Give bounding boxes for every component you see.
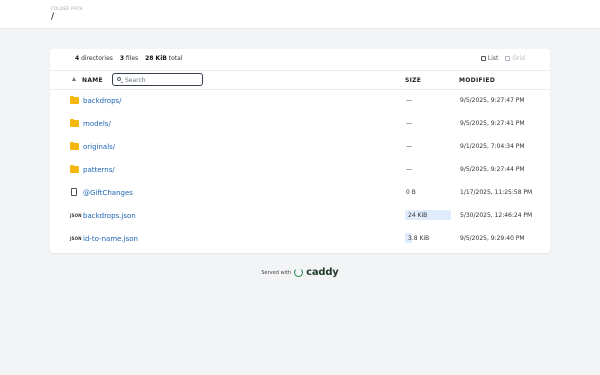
sort-ascending-icon[interactable]	[72, 77, 76, 81]
file-size: —	[406, 143, 412, 150]
files-count: 3	[119, 55, 124, 62]
file-modified: 9/5/2025, 9:29:40 PM	[460, 235, 525, 242]
file-size: 3.8 KiB	[408, 235, 430, 242]
total-label: total	[168, 55, 183, 62]
table-row[interactable]: backdrops/ — 9/5/2025, 9:27:47 PM	[50, 90, 550, 113]
directories-label: directories	[81, 55, 113, 62]
file-size: 0 B	[406, 189, 416, 196]
top-header: FOLDER PATH /	[0, 0, 600, 29]
breadcrumb[interactable]: /	[51, 12, 54, 22]
table-row[interactable]: patterns/ — 9/5/2025, 9:27:44 PM	[50, 159, 550, 182]
table-row[interactable]: models/ — 9/5/2025, 9:27:41 PM	[50, 113, 550, 136]
search-icon	[117, 77, 121, 81]
file-modified: 9/5/2025, 9:27:44 PM	[460, 166, 525, 173]
footer: Served with caddy	[0, 267, 600, 278]
folder-icon	[70, 141, 79, 150]
file-size: —	[406, 120, 412, 127]
column-size-header[interactable]: SIZE	[405, 77, 421, 84]
folder-icon	[70, 95, 79, 104]
file-modified: 9/5/2025, 9:27:41 PM	[460, 120, 525, 127]
file-size: —	[406, 97, 412, 104]
file-modified: 1/17/2025, 11:25:58 PM	[460, 189, 533, 196]
table-row[interactable]: @GiftChanges 0 B 1/17/2025, 11:25:58 PM	[50, 182, 550, 205]
view-toggle: List Grid	[480, 55, 525, 62]
file-size: —	[406, 166, 412, 173]
file-name-link[interactable]: backdrops.json	[83, 212, 136, 220]
json-icon: JSON	[70, 213, 82, 218]
list-view-label: List	[487, 55, 499, 62]
table-row[interactable]: originals/ — 9/1/2025, 7:04:34 PM	[50, 136, 550, 159]
directories-count: 4	[75, 55, 80, 62]
list-icon	[480, 56, 486, 61]
total-size: 28 KiB	[145, 55, 167, 62]
caddy-logo-icon	[294, 268, 304, 277]
file-listing-panel: 4 directories 3 files 28 KiB total List …	[50, 49, 550, 253]
file-name-link[interactable]: models/	[83, 120, 111, 128]
list-view-button[interactable]: List	[480, 55, 499, 62]
file-name-link[interactable]: originals/	[83, 143, 115, 151]
file-size: 24 KiB	[408, 212, 428, 219]
file-name-link[interactable]: patterns/	[83, 166, 115, 174]
file-name-link[interactable]: @GiftChanges	[83, 189, 133, 197]
caddy-brand[interactable]: caddy	[306, 267, 339, 278]
search-input[interactable]	[125, 76, 201, 84]
table-row[interactable]: JSON id-to-name.json 3.8 KiB 9/5/2025, 9…	[50, 228, 550, 251]
listing-summary: 4 directories 3 files 28 KiB total	[75, 55, 182, 62]
file-icon	[71, 188, 77, 196]
grid-view-label: Grid	[512, 55, 525, 62]
file-modified: 9/5/2025, 9:27:47 PM	[460, 97, 525, 104]
file-modified: 9/1/2025, 7:04:34 PM	[460, 143, 525, 150]
folder-path-label: FOLDER PATH	[51, 6, 83, 11]
table-row[interactable]: JSON backdrops.json 24 KiB 5/30/2025, 12…	[50, 205, 550, 228]
grid-view-button[interactable]: Grid	[505, 55, 525, 62]
column-name-header[interactable]: NAME	[82, 77, 103, 84]
grid-icon	[505, 56, 511, 61]
json-icon: JSON	[70, 236, 82, 241]
folder-icon	[70, 118, 79, 127]
file-modified: 5/30/2025, 12:46:24 PM	[460, 212, 533, 219]
table-header: NAME SIZE MODIFIED	[50, 70, 550, 90]
folder-icon	[70, 164, 79, 173]
served-with-label: Served with	[261, 269, 292, 276]
search-field[interactable]	[112, 73, 203, 86]
file-name-link[interactable]: id-to-name.json	[83, 235, 138, 243]
column-modified-header[interactable]: MODIFIED	[459, 77, 495, 84]
file-name-link[interactable]: backdrops/	[83, 97, 122, 105]
files-label: files	[125, 55, 139, 62]
